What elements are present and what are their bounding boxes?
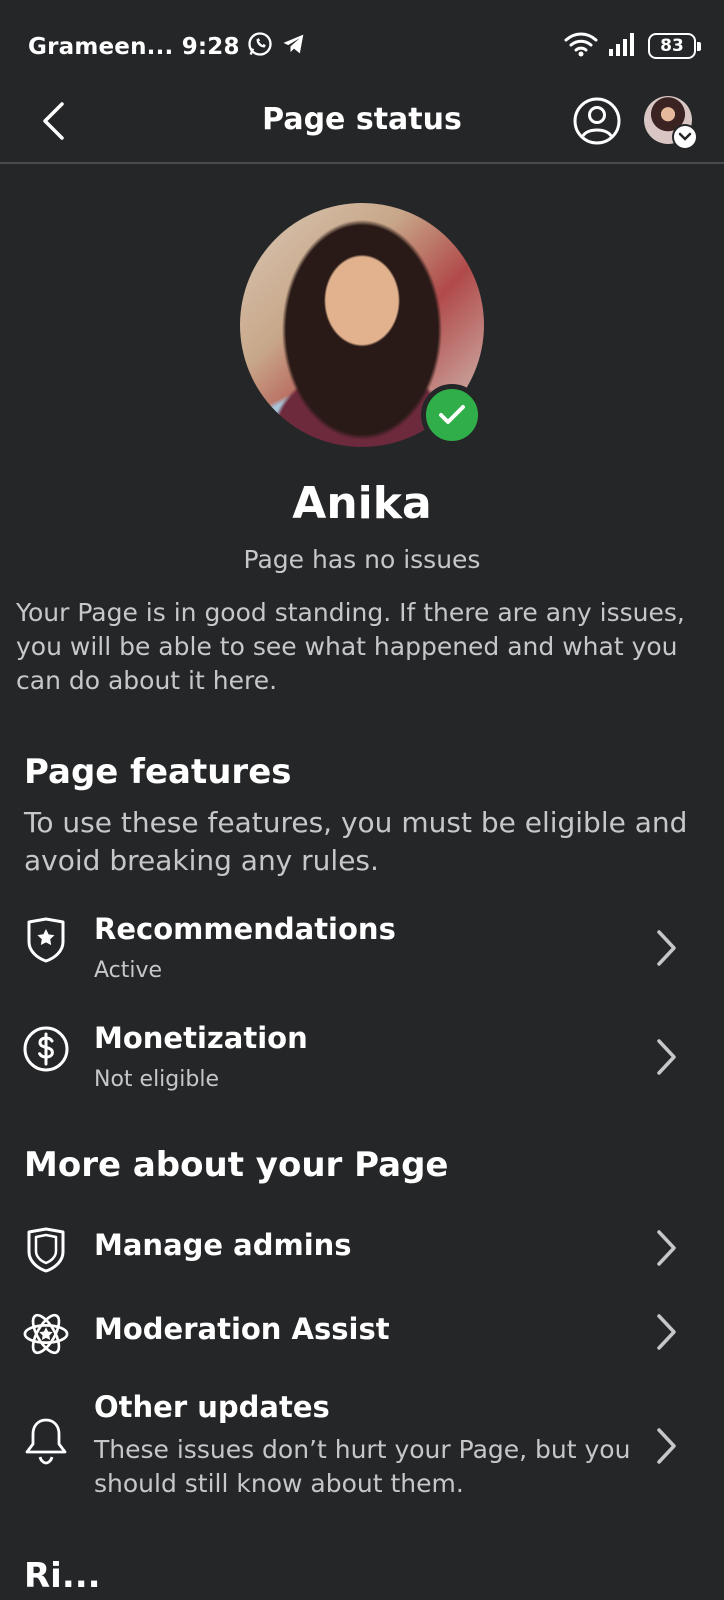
page-features-subtitle: To use these features, you must be eligi… xyxy=(24,806,688,877)
monetization-label: Monetization xyxy=(94,1021,308,1055)
other-updates-label: Other updates xyxy=(94,1390,330,1424)
status-bar: Grameen... 9:28 83 xyxy=(0,0,724,88)
shield-icon xyxy=(22,1226,70,1274)
more-about-heading: More about your Page xyxy=(24,1145,449,1185)
manage-admins-row[interactable]: Manage admins xyxy=(0,1222,724,1286)
person-circle-icon xyxy=(573,97,621,145)
account-button[interactable] xyxy=(572,96,622,146)
manage-admins-label: Manage admins xyxy=(94,1228,352,1262)
recommendations-row[interactable]: Recommendations Active xyxy=(0,908,724,996)
next-section-heading: Ri... xyxy=(24,1556,101,1596)
atom-star-icon xyxy=(22,1310,70,1358)
chevron-down-icon xyxy=(672,124,698,150)
chevron-right-icon xyxy=(652,1312,682,1352)
other-updates-description: These issues don’t hurt your Page, but y… xyxy=(94,1435,631,1498)
shield-star-icon xyxy=(22,916,70,964)
page-status-text: Page has no issues xyxy=(243,545,481,574)
moderation-assist-row[interactable]: Moderation Assist xyxy=(0,1306,724,1370)
moderation-assist-label: Moderation Assist xyxy=(94,1312,390,1346)
status-ok-badge xyxy=(421,384,483,446)
battery-level: 83 xyxy=(660,36,684,56)
whatsapp-icon xyxy=(246,30,274,64)
battery-indicator: 83 xyxy=(648,33,701,59)
chevron-right-icon xyxy=(652,928,682,968)
carrier-time: Grameen... 9:28 xyxy=(28,34,240,60)
app-header: Page status xyxy=(0,88,724,164)
wifi-icon xyxy=(564,30,598,62)
monetization-row[interactable]: Monetization Not eligible xyxy=(0,1017,724,1105)
page-status-screen: Grameen... 9:28 83 Page status Anika Pag… xyxy=(0,0,724,1600)
recommendations-status: Active xyxy=(94,958,163,983)
signal-icon xyxy=(608,31,638,61)
status-bar-left: Grameen... 9:28 xyxy=(28,30,308,64)
page-name: Anika xyxy=(292,478,432,529)
chevron-right-icon xyxy=(652,1426,682,1466)
page-status-description: Your Page is in good standing. If there … xyxy=(16,598,685,695)
chevron-right-icon xyxy=(652,1228,682,1268)
recommendations-label: Recommendations xyxy=(94,912,396,946)
page-features-heading: Page features xyxy=(24,752,292,792)
telegram-icon xyxy=(280,30,308,64)
chevron-right-icon xyxy=(652,1037,682,1077)
checkmark-icon xyxy=(439,405,465,424)
monetization-status: Not eligible xyxy=(94,1067,219,1092)
other-updates-row[interactable]: Other updates These issues don’t hurt yo… xyxy=(0,1388,724,1528)
status-bar-right: 83 xyxy=(564,30,701,62)
bell-icon xyxy=(22,1416,70,1465)
page-switcher-button[interactable] xyxy=(644,96,698,150)
dollar-circle-icon xyxy=(22,1025,70,1073)
